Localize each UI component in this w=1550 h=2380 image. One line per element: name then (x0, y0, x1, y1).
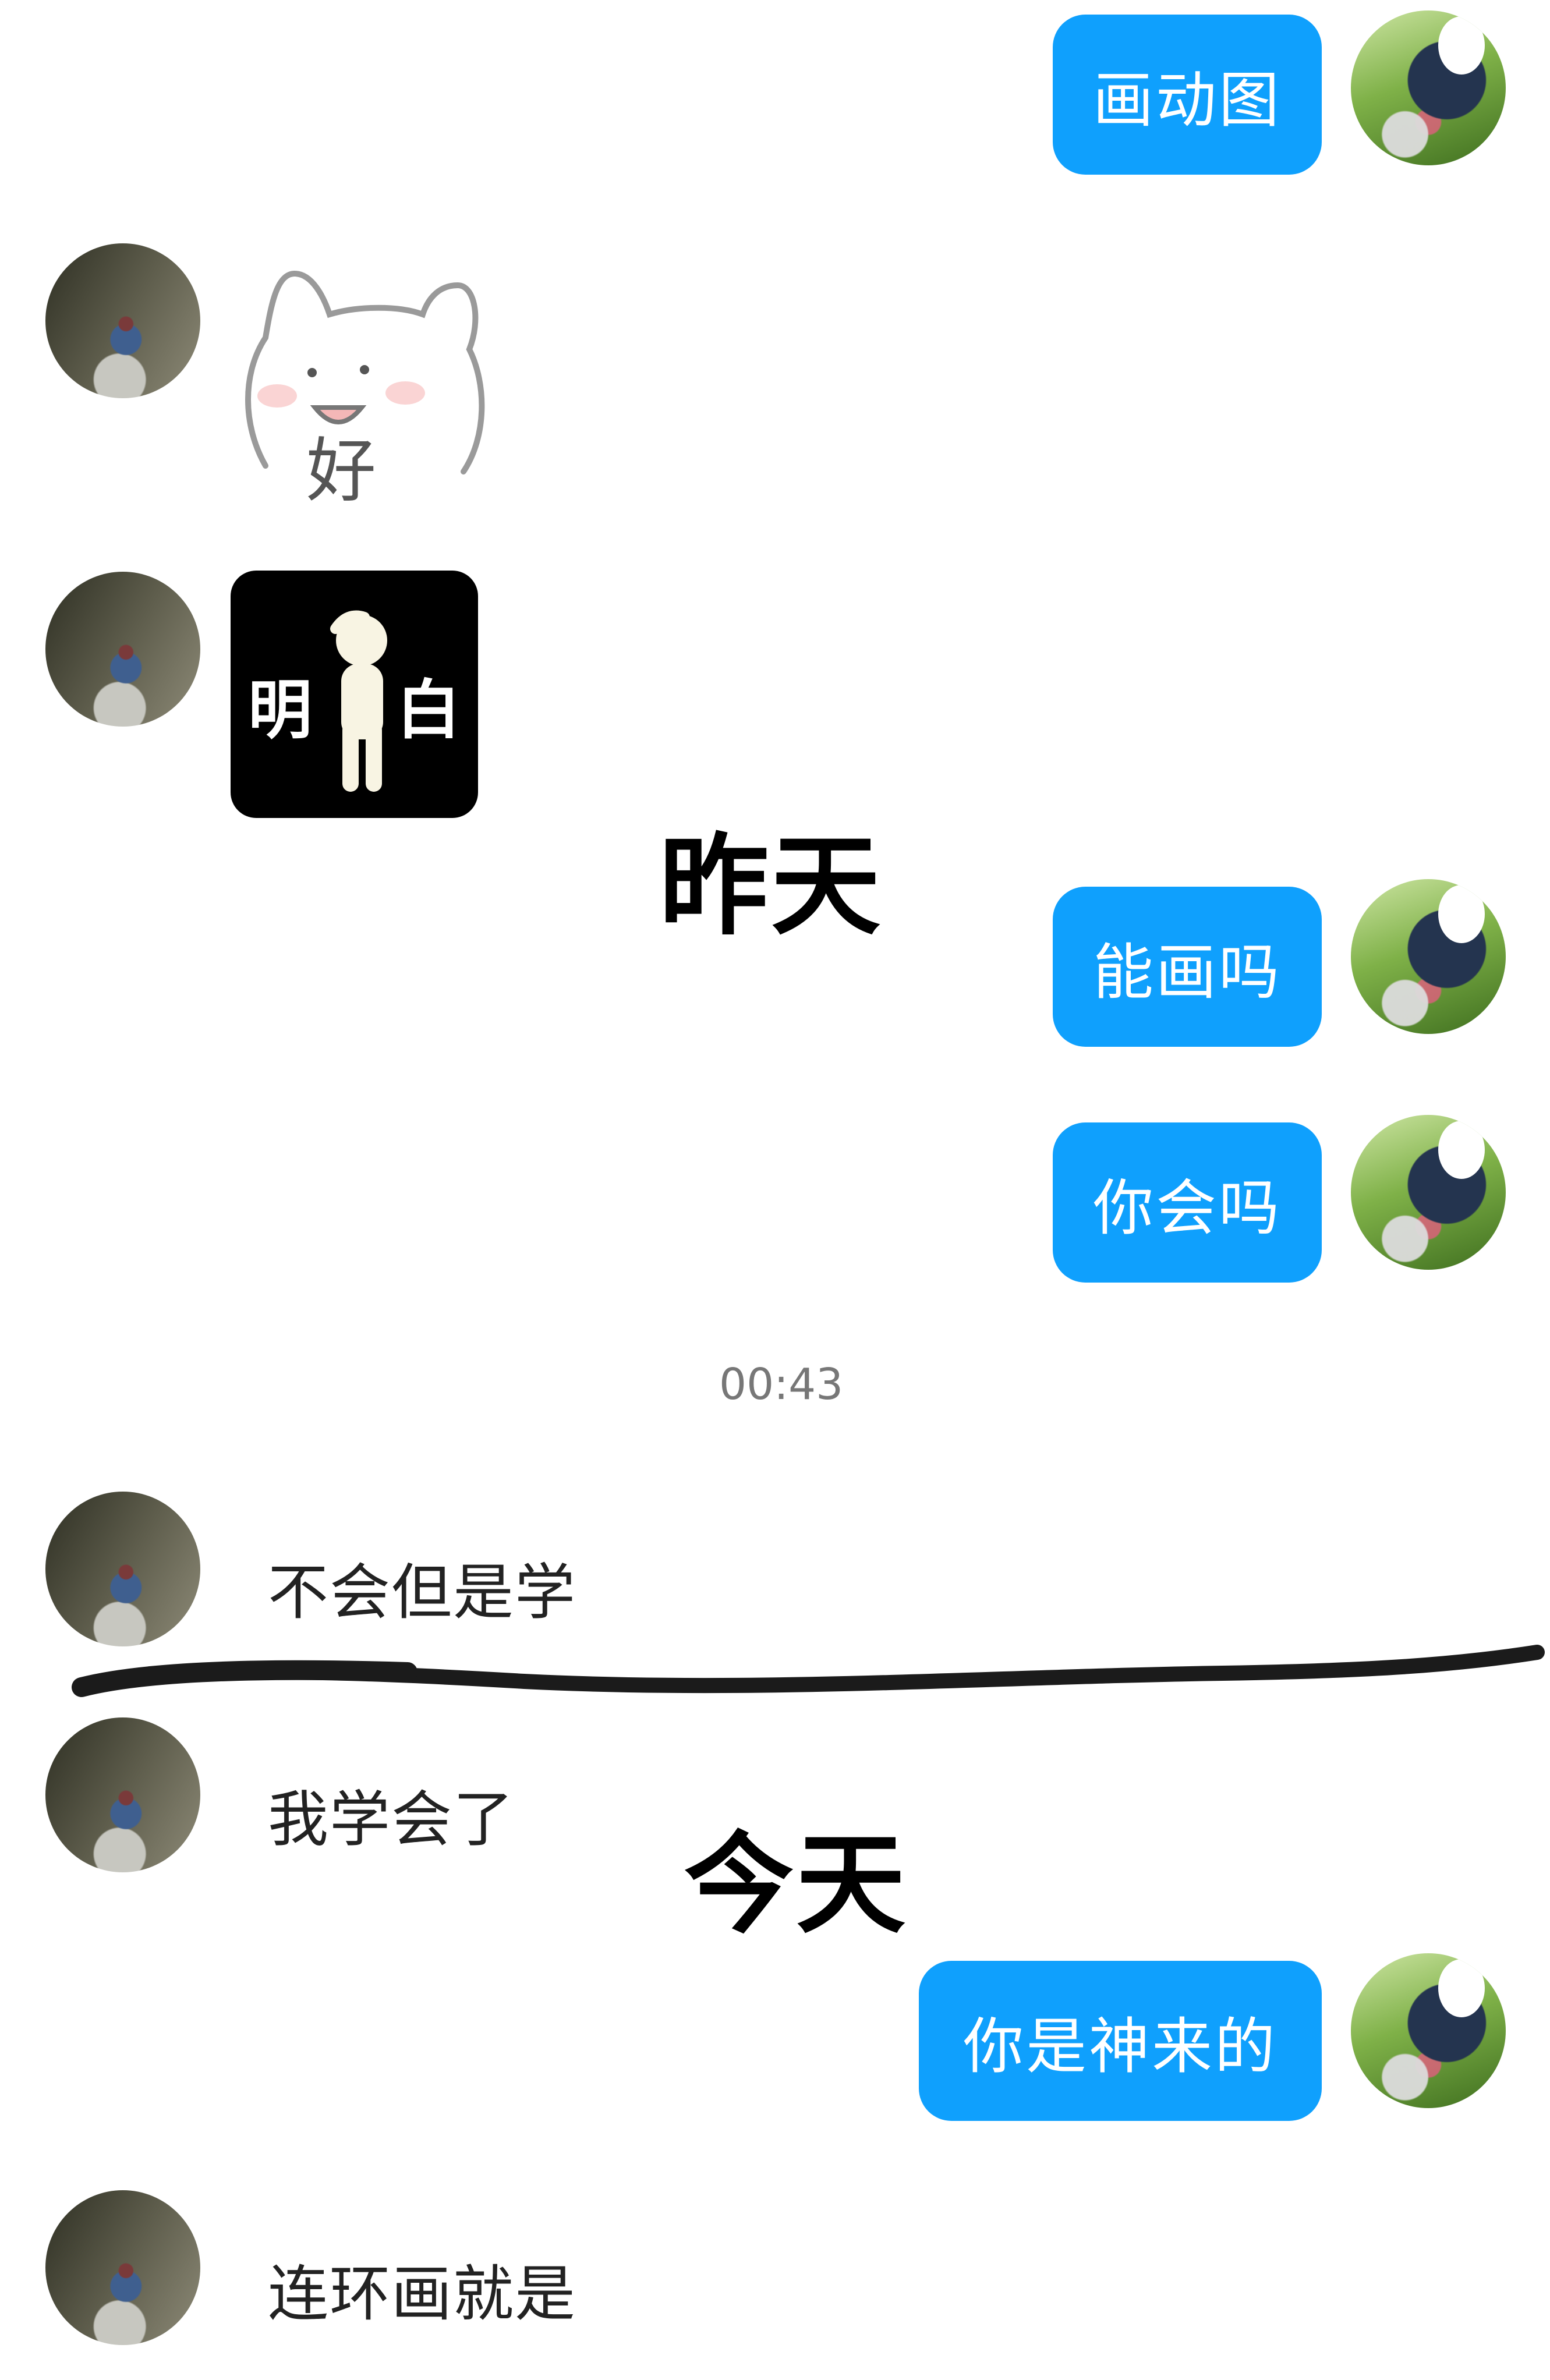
salute-sticker[interactable]: 明 白 (231, 571, 478, 818)
blurred-face (1438, 16, 1485, 75)
avatar-me[interactable] (1351, 1115, 1506, 1270)
message-text: 你是神来的 (962, 2011, 1277, 2082)
message-text: 能画吗 (1092, 937, 1282, 1008)
avatar-me[interactable] (1351, 879, 1506, 1034)
sticker-char-right: 白 (397, 673, 461, 748)
avatar-other[interactable] (45, 572, 200, 727)
cat-sticker[interactable]: 好 (231, 250, 493, 507)
avatar-me[interactable] (1351, 10, 1506, 165)
avatar-me[interactable] (1351, 1953, 1506, 2108)
message-text: 你会吗 (1092, 1173, 1282, 1244)
hand-drawn-divider (72, 1645, 1545, 1697)
message-text-in[interactable]: 我学会了 (268, 1770, 515, 1858)
message-text: 画动图 (1092, 65, 1282, 136)
sticker-char-left: 明 (248, 673, 312, 748)
salute-figure-icon (330, 610, 387, 792)
overlay-label-yesterday: 昨天 (659, 823, 883, 950)
message-bubble-out[interactable]: 你会吗 (1053, 1122, 1322, 1283)
message-timestamp: 00:43 (719, 1359, 844, 1409)
blurred-face (1438, 885, 1485, 943)
avatar-other[interactable] (45, 243, 200, 398)
blurred-face (1438, 1121, 1485, 1179)
avatar-other[interactable] (45, 1492, 200, 1646)
avatar-other[interactable] (45, 2190, 200, 2345)
message-bubble-out[interactable]: 你是神来的 (919, 1961, 1322, 2121)
message-bubble-out[interactable]: 画动图 (1053, 15, 1322, 175)
overlay-label-today: 今天 (684, 1821, 908, 1949)
blurred-face (1438, 1959, 1485, 2017)
message-text-in[interactable]: 连环画就是 (268, 2244, 576, 2332)
message-text-in[interactable]: 不会但是学 (268, 1543, 576, 1631)
avatar-other[interactable] (45, 1717, 200, 1872)
sticker-text: 好 (306, 431, 376, 507)
message-bubble-out[interactable]: 能画吗 (1053, 887, 1322, 1047)
